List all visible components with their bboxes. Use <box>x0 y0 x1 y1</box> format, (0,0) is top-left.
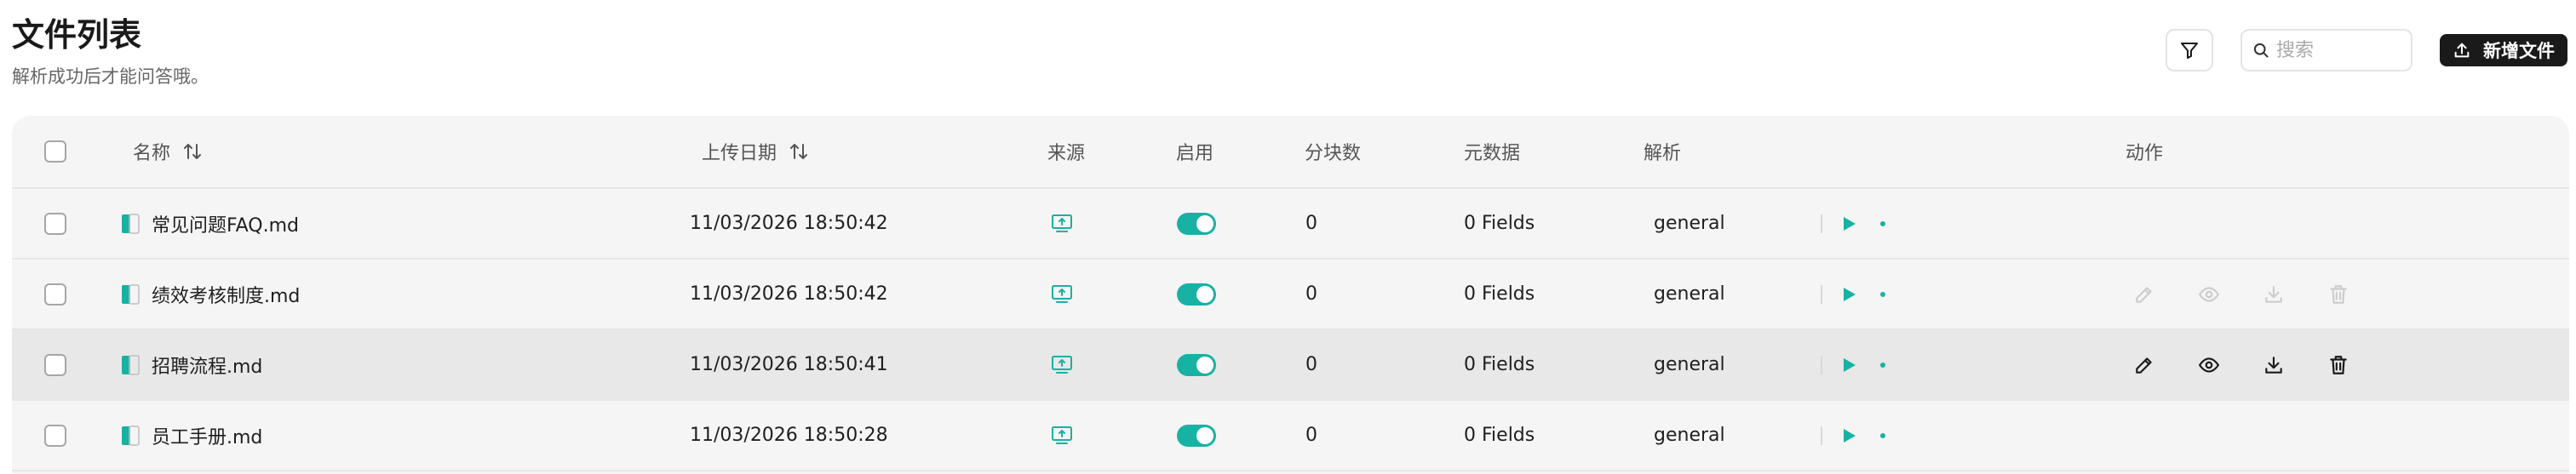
metadata-count: 0 Fields <box>1464 283 1535 305</box>
delete-icon[interactable] <box>2326 353 2350 377</box>
preview-icon[interactable] <box>2197 283 2221 306</box>
page-title: 文件列表 <box>12 16 142 54</box>
metadata-count: 0 Fields <box>1464 425 1535 446</box>
parser-name[interactable]: general <box>1654 189 1725 258</box>
document-icon <box>122 425 140 446</box>
add-file-button[interactable]: 新增文件 <box>2440 34 2567 66</box>
column-source: 来源 <box>1047 143 1086 164</box>
toolbar: 新增文件 <box>2166 29 2567 71</box>
run-parse-icon[interactable] <box>1839 426 1858 445</box>
parser-name[interactable]: general <box>1654 330 1725 399</box>
parser-name[interactable]: general <box>1654 260 1725 328</box>
local-upload-icon <box>1052 425 1072 444</box>
rename-icon[interactable] <box>2132 353 2156 377</box>
row-checkbox[interactable] <box>44 212 66 235</box>
divider <box>1821 425 1822 445</box>
divider <box>1821 284 1822 304</box>
status-dot <box>1880 362 1885 368</box>
upload-date: 11/03/2026 18:50:41 <box>690 354 888 375</box>
rename-icon[interactable] <box>2132 283 2156 306</box>
table-row[interactable]: 员工手册.md 11/03/2026 18:50:28 0 0 Fields g… <box>12 401 2569 471</box>
sort-icon[interactable] <box>182 142 203 161</box>
file-name[interactable]: 常见问题FAQ.md <box>152 189 299 258</box>
column-parse: 解析 <box>1644 143 1682 164</box>
table-header: 名称 上传日期 来源 启用 分块数 元数据 解析 动作 <box>12 116 2569 189</box>
run-parse-icon[interactable] <box>1839 356 1858 374</box>
select-all-checkbox[interactable] <box>44 140 66 163</box>
row-actions <box>2132 353 2350 377</box>
column-upload-date-label: 上传日期 <box>702 143 777 164</box>
search-input[interactable] <box>2276 39 2404 61</box>
file-name[interactable]: 员工手册.md <box>152 401 262 470</box>
divider <box>1821 214 1822 233</box>
row-checkbox[interactable] <box>44 353 66 376</box>
file-table: 名称 上传日期 来源 启用 分块数 元数据 解析 动作 常见问题FAQ.md 1… <box>12 116 2569 474</box>
chunk-count: 0 <box>1305 283 1317 305</box>
document-icon <box>122 354 140 375</box>
parser-name[interactable]: general <box>1654 401 1725 470</box>
upload-icon <box>2454 43 2470 58</box>
local-upload-icon <box>1052 284 1072 303</box>
column-upload-date[interactable]: 上传日期 <box>702 116 809 187</box>
enable-toggle[interactable] <box>1177 212 1216 235</box>
status-dot <box>1880 291 1885 297</box>
add-file-label: 新增文件 <box>2483 41 2555 61</box>
metadata-count: 0 Fields <box>1464 354 1535 375</box>
document-icon <box>122 213 140 234</box>
search-icon <box>2253 43 2269 58</box>
filter-button[interactable] <box>2166 29 2213 71</box>
run-parse-icon[interactable] <box>1839 214 1858 233</box>
column-name[interactable]: 名称 <box>133 116 203 187</box>
download-icon[interactable] <box>2262 353 2286 377</box>
local-upload-icon <box>1052 355 1072 374</box>
enable-toggle[interactable] <box>1177 283 1216 306</box>
filter-icon <box>2181 43 2198 59</box>
table-row[interactable]: 绩效考核制度.md 11/03/2026 18:50:42 0 0 Fields… <box>12 260 2569 330</box>
metadata-count: 0 Fields <box>1464 213 1535 234</box>
table-row[interactable]: 常见问题FAQ.md 11/03/2026 18:50:42 0 0 Field… <box>12 189 2569 260</box>
page-subtitle: 解析成功后才能问答哦。 <box>12 66 209 87</box>
upload-date: 11/03/2026 18:50:42 <box>690 283 888 305</box>
upload-date: 11/03/2026 18:50:28 <box>690 425 888 446</box>
file-name[interactable]: 绩效考核制度.md <box>152 260 300 328</box>
status-dot <box>1880 220 1885 226</box>
delete-icon[interactable] <box>2326 283 2350 306</box>
column-name-label: 名称 <box>133 143 171 164</box>
preview-icon[interactable] <box>2197 353 2221 377</box>
table-row[interactable]: 招聘流程.md 11/03/2026 18:50:41 0 0 Fields g… <box>12 330 2569 401</box>
divider <box>1821 355 1822 374</box>
document-icon <box>122 283 140 305</box>
row-checkbox[interactable] <box>44 283 66 306</box>
chunk-count: 0 <box>1305 354 1317 375</box>
run-parse-icon[interactable] <box>1839 285 1858 304</box>
chunk-count: 0 <box>1305 425 1317 446</box>
chunk-count: 0 <box>1305 213 1317 234</box>
local-upload-icon <box>1052 214 1072 232</box>
column-metadata: 元数据 <box>1464 143 1521 164</box>
status-dot <box>1880 432 1885 438</box>
search-box[interactable] <box>2240 29 2412 71</box>
row-checkbox[interactable] <box>44 424 66 447</box>
column-actions: 动作 <box>2126 143 2164 164</box>
upload-date: 11/03/2026 18:50:42 <box>690 213 888 234</box>
sort-icon[interactable] <box>789 142 809 161</box>
enable-toggle[interactable] <box>1177 424 1216 447</box>
column-chunks: 分块数 <box>1305 143 1362 164</box>
column-enabled: 启用 <box>1176 143 1214 164</box>
download-icon[interactable] <box>2262 283 2286 306</box>
file-name[interactable]: 招聘流程.md <box>152 330 262 399</box>
row-actions <box>2132 283 2350 306</box>
enable-toggle[interactable] <box>1177 353 1216 376</box>
